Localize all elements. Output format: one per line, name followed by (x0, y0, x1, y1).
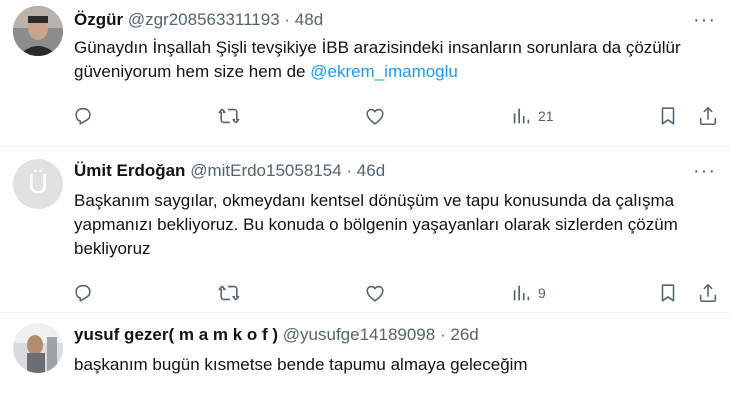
timestamp[interactable]: 46d (357, 161, 385, 180)
tweet-3[interactable]: yusuf gezer( m a m k o f ) @yusufge14189… (0, 313, 730, 420)
author-name[interactable]: Ümit Erdoğan (74, 161, 185, 180)
tweet-text: başkanım bugün kısmetse bende tapumu alm… (74, 355, 528, 374)
timestamp[interactable]: 26d (450, 325, 478, 344)
avatar[interactable] (13, 6, 63, 56)
author-handle[interactable]: @yusufge14189098 (283, 325, 435, 344)
author-handle[interactable]: @zgr208563311193 (128, 10, 280, 29)
tweet-actions: 21 (72, 104, 722, 128)
like-button[interactable] (364, 281, 386, 305)
author-name[interactable]: Özgür (74, 10, 123, 29)
separator-dot: · (346, 161, 353, 180)
profile-photo-icon (13, 323, 63, 373)
share-button[interactable] (697, 104, 719, 128)
tweet-text: Başkanım saygılar, okmeydanı kentsel dön… (74, 191, 678, 258)
share-button[interactable] (697, 281, 719, 305)
profile-photo-icon (13, 6, 63, 56)
reply-button[interactable] (72, 281, 94, 305)
more-options-icon[interactable]: ··· (693, 161, 716, 181)
bookmark-icon (661, 107, 675, 125)
author-handle[interactable]: @mitErdo15058154 (190, 161, 341, 180)
tweet-1[interactable]: Özgür @zgr208563311193 · 48d ··· Günaydı… (0, 0, 730, 146)
views-icon (513, 285, 530, 301)
retweet-button[interactable] (218, 104, 240, 128)
share-icon (699, 106, 717, 126)
heart-icon (366, 285, 384, 302)
avatar-letter: Ü (27, 168, 49, 199)
retweet-icon (218, 108, 240, 124)
tweet-actions: 9 (72, 281, 722, 305)
retweet-icon (218, 285, 240, 301)
tweet-text: Günaydın İnşallah Şişli tevşikiye İBB ar… (74, 36, 714, 84)
avatar[interactable]: Ü (13, 159, 63, 209)
tweet-2[interactable]: Ü Ümit Erdoğan @mitErdo15058154 · 46d ··… (0, 147, 730, 313)
views-button[interactable]: 9 (510, 281, 546, 305)
reply-button[interactable] (72, 104, 94, 128)
retweet-button[interactable] (218, 281, 240, 305)
avatar[interactable] (13, 323, 63, 373)
reply-icon (75, 284, 91, 302)
views-count: 9 (538, 285, 546, 301)
heart-icon (366, 108, 384, 125)
separator-dot: · (439, 325, 446, 344)
views-count: 21 (538, 108, 554, 124)
like-button[interactable] (364, 104, 386, 128)
reply-icon (75, 107, 91, 125)
bookmark-icon (661, 284, 675, 302)
timestamp[interactable]: 48d (295, 10, 323, 29)
mention-link[interactable]: @ekrem_imamoglu (310, 62, 458, 81)
views-button[interactable]: 21 (510, 104, 554, 128)
bookmark-button[interactable] (657, 104, 679, 128)
more-options-icon[interactable]: ··· (693, 10, 716, 30)
views-icon (513, 108, 530, 124)
share-icon (699, 283, 717, 303)
separator-dot: · (284, 10, 291, 29)
author-name[interactable]: yusuf gezer( m a m k o f ) (74, 325, 278, 344)
bookmark-button[interactable] (657, 281, 679, 305)
